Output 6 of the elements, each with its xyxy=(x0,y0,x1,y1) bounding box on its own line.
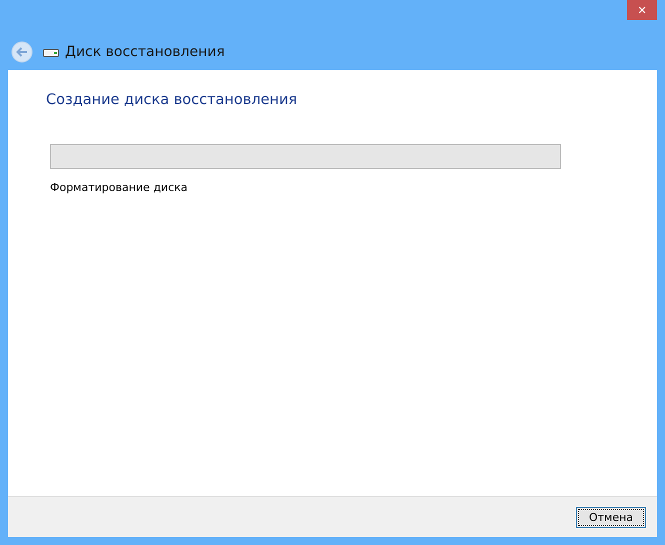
window-title: Диск восстановления xyxy=(65,44,225,60)
page-heading: Создание диска восстановления xyxy=(46,92,298,108)
status-text: Форматирование диска xyxy=(50,181,189,194)
cancel-button[interactable]: Отмена xyxy=(576,506,646,528)
drive-icon xyxy=(43,46,59,56)
close-button[interactable]: ✕ xyxy=(627,0,657,20)
